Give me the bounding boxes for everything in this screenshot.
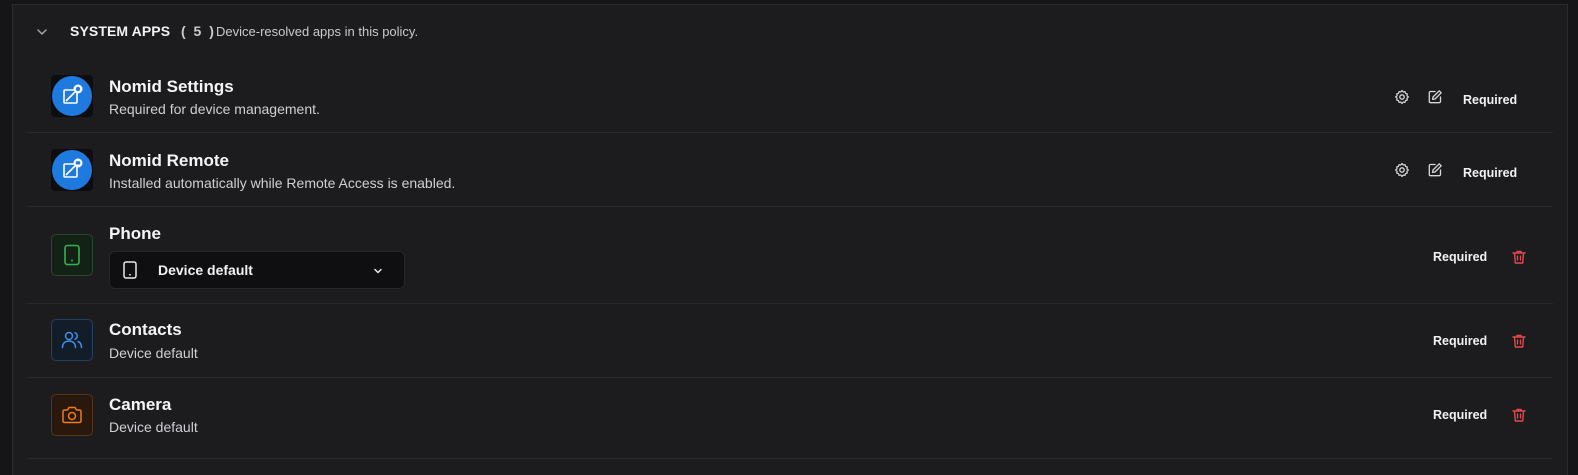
status-badge: Required (1433, 334, 1488, 348)
app-name: Contacts (109, 320, 182, 339)
app-name: Nomid Remote (109, 151, 229, 170)
section-header: SYSTEM APPS ( 5 ) Device-resolved apps i… (13, 5, 1567, 59)
section-count: ( 5 ) (181, 23, 216, 39)
tablet-icon (122, 261, 138, 279)
trash-icon[interactable] (1510, 406, 1528, 424)
gear-icon[interactable] (1393, 88, 1411, 106)
section-description: Device-resolved apps in this policy. (216, 24, 419, 39)
status-badge: Required (1433, 408, 1488, 422)
phone-icon (51, 234, 93, 276)
app-name: Camera (109, 395, 172, 414)
status-badge: Required (1433, 250, 1488, 264)
app-row-nomid-settings: Nomid Settings Required for device manag… (27, 59, 1553, 133)
chevron-down-icon (372, 264, 384, 276)
camera-icon (51, 394, 93, 436)
collapse-chevron-icon[interactable] (35, 25, 49, 39)
app-subtitle: Device default (109, 345, 198, 361)
edit-icon[interactable] (1426, 88, 1444, 106)
app-subtitle: Required for device management. (109, 101, 320, 117)
app-subtitle: Device default (109, 419, 198, 435)
trash-icon[interactable] (1510, 248, 1528, 266)
trash-icon[interactable] (1510, 332, 1528, 350)
gear-icon[interactable] (1393, 161, 1411, 179)
status-badge: Required (1463, 93, 1518, 107)
device-default-select[interactable]: Device default (109, 251, 405, 289)
app-name: Nomid Settings (109, 77, 234, 96)
app-row-camera: Camera Device default Required (27, 378, 1553, 459)
app-row-nomid-remote: Nomid Remote Installed automatically whi… (27, 133, 1553, 207)
app-subtitle: Installed automatically while Remote Acc… (109, 175, 456, 191)
system-apps-panel: SYSTEM APPS ( 5 ) Device-resolved apps i… (12, 4, 1568, 475)
status-badge: Required (1463, 166, 1518, 180)
nomid-remote-icon (51, 149, 93, 191)
app-row-contacts: Contacts Device default Required (27, 304, 1553, 378)
contacts-icon (51, 319, 93, 361)
app-name: Phone (109, 224, 161, 243)
select-value: Device default (158, 262, 253, 278)
section-title: SYSTEM APPS (70, 23, 171, 39)
nomid-settings-icon (51, 75, 93, 117)
edit-icon[interactable] (1426, 161, 1444, 179)
app-row-phone: Phone Device default Required (27, 207, 1553, 304)
